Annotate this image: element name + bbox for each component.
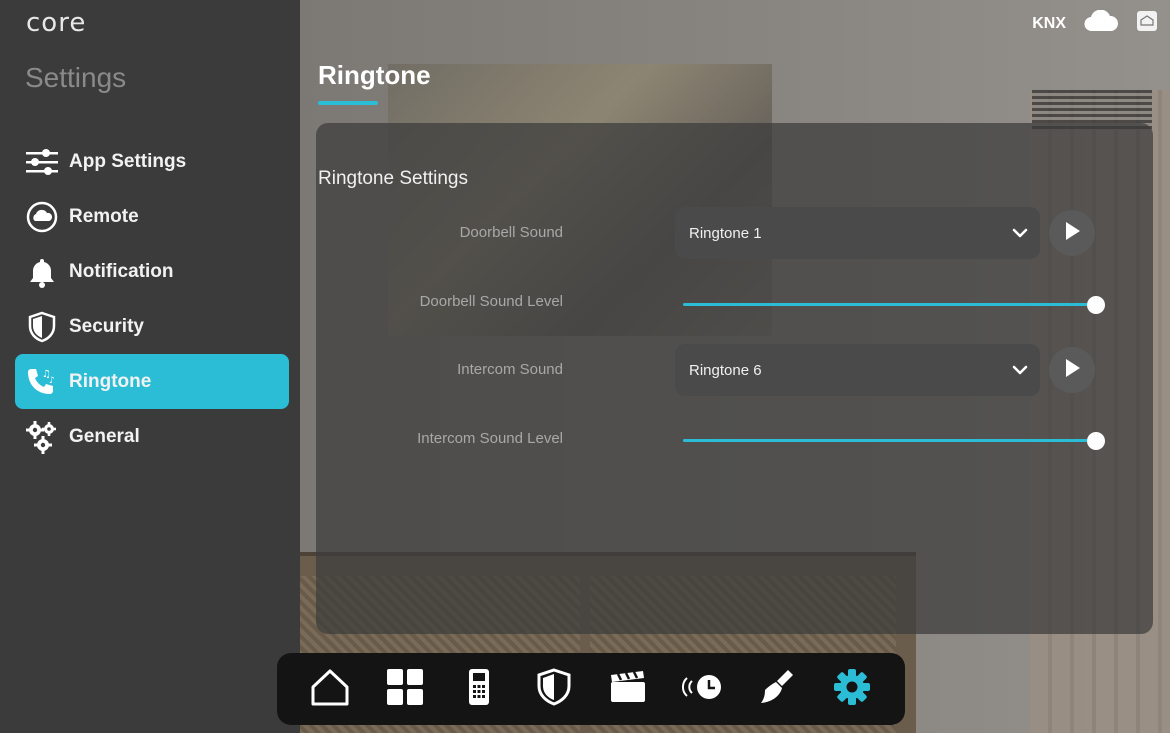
intercom-level-label: Intercom Sound Level [417,430,563,447]
sidebar-item-label: Remote [69,205,139,227]
dock-rooms-button[interactable] [381,665,429,713]
intercom-play-button[interactable] [1049,347,1095,393]
sidebar-item-app-settings[interactable]: App Settings [15,134,289,189]
cleaning-brush-icon [758,668,796,711]
home-badge-icon[interactable] [1136,10,1158,37]
intercom-level-slider[interactable] [683,431,1105,451]
section-title: Ringtone Settings [318,168,468,189]
chevron-down-icon [1000,228,1040,238]
sidebar-nav: App Settings Remote Notification Securit… [15,134,289,464]
page-title: Ringtone [318,60,431,90]
scene-clapper-icon [609,670,647,709]
intercom-sound-value: Ringtone 6 [689,361,762,379]
phone-music-icon: ♫ ♪ [25,365,59,399]
intercom-icon [468,668,490,711]
dock-intercom-button[interactable] [455,665,503,713]
sidebar-item-label: Security [69,315,144,337]
settings-gear-icon [833,668,871,711]
schedule-clock-icon [681,672,725,707]
home-icon [310,668,350,711]
dock-home-button[interactable] [306,665,354,713]
sidebar-item-remote[interactable]: Remote [15,189,289,244]
doorbell-sound-label: Doorbell Sound [459,224,563,241]
sidebar-item-notification[interactable]: Notification [15,244,289,299]
sidebar-title: Settings [25,62,127,93]
dock-cleaning-button[interactable] [753,665,801,713]
bell-icon [25,255,59,289]
intercom-sound-label: Intercom Sound [457,361,563,378]
sidebar-item-general[interactable]: General [15,409,289,464]
doorbell-play-button[interactable] [1049,210,1095,256]
dock-scenes-button[interactable] [604,665,652,713]
sidebar-item-label: General [69,425,140,447]
grid-icon [386,668,424,711]
doorbell-level-slider[interactable] [683,295,1105,315]
doorbell-sound-select[interactable]: Ringtone 1 [675,207,1040,259]
bottom-dock [277,653,905,725]
dock-settings-button[interactable] [828,665,876,713]
app-logo: core [26,8,87,38]
cloud-icon[interactable] [1084,9,1119,37]
dock-security-button[interactable] [530,665,578,713]
sidebar-item-label: Ringtone [69,370,152,392]
svg-text:♪: ♪ [49,376,55,386]
slider-fill [683,303,1096,306]
sidebar-item-label: App Settings [69,150,187,172]
slider-thumb[interactable] [1087,432,1105,450]
slider-fill [683,439,1096,442]
doorbell-sound-value: Ringtone 1 [689,224,762,242]
dock-schedule-button[interactable] [679,665,727,713]
shield-icon [537,667,571,711]
sliders-icon [25,145,59,179]
doorbell-level-label: Doorbell Sound Level [419,293,563,310]
top-status-bar: KNX [1032,9,1158,37]
sidebar-item-ringtone[interactable]: ♫ ♪ Ringtone [15,354,289,409]
gears-icon [25,420,59,454]
sidebar-item-label: Notification [69,260,174,282]
slider-thumb[interactable] [1087,296,1105,314]
play-icon [1063,221,1081,246]
chevron-down-icon [1000,365,1040,375]
knx-label[interactable]: KNX [1032,15,1066,33]
play-icon [1063,358,1081,383]
cloud-circle-icon [25,200,59,234]
title-underline [318,101,378,105]
sidebar-item-security[interactable]: Security [15,299,289,354]
intercom-sound-select[interactable]: Ringtone 6 [675,344,1040,396]
shield-icon [25,310,59,344]
sidebar: core Settings App Settings Remote Notifi… [0,0,300,733]
